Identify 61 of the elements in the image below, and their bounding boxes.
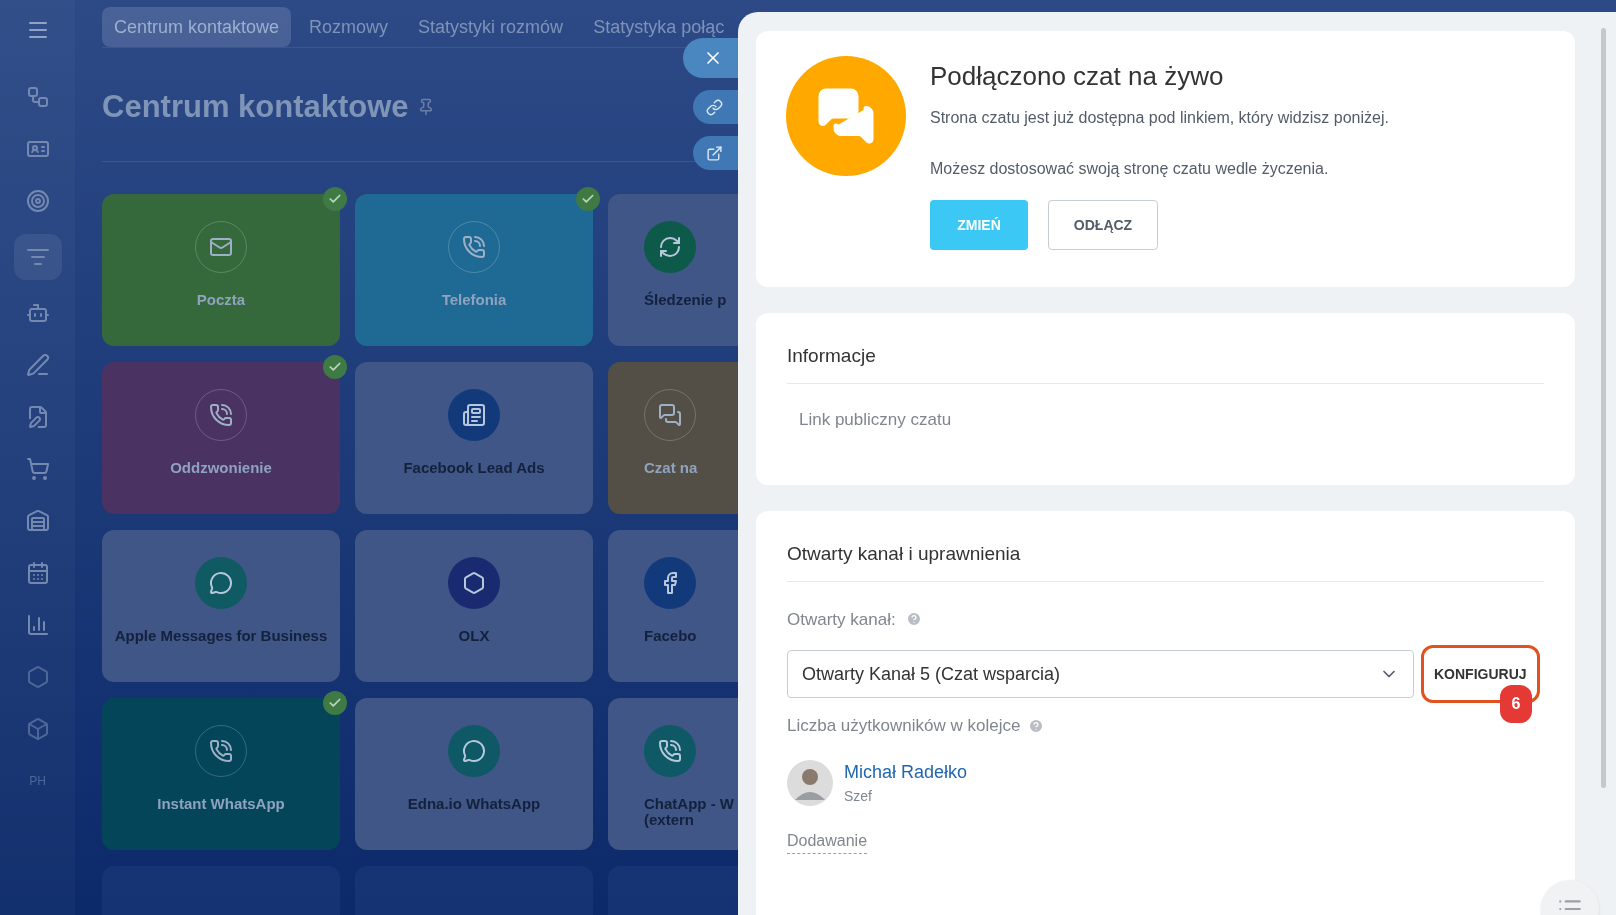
field-label: Link publiczny czatu [798, 408, 953, 431]
link-icon [706, 98, 723, 116]
channel-tile[interactable]: Poczta [102, 193, 340, 346]
tile-label: Poczta [196, 291, 246, 308]
copy-link-button[interactable] [693, 90, 738, 124]
close-button[interactable] [683, 38, 738, 78]
success-title: Podłączono czat na żywo [930, 60, 1225, 93]
disconnect-button[interactable]: ODŁĄCZ [1048, 200, 1158, 250]
tile-label: Apple Messages for Business [114, 627, 328, 644]
lead-form-icon [448, 388, 500, 441]
tile-label: Instant WhatsApp [157, 795, 285, 812]
channel-tile[interactable]: Instant WhatsApp [102, 697, 340, 850]
change-button[interactable]: ZMIEŃ [930, 200, 1028, 250]
channel-tile[interactable]: Telefonia [355, 193, 593, 346]
tile-label: Śledzenie p [644, 291, 727, 308]
speech-bubble-icon [195, 556, 247, 609]
tile-label: OLX [458, 627, 490, 644]
tile-label: Edna.io WhatsApp [407, 795, 541, 812]
user-link[interactable]: Michał Radełko [844, 758, 968, 786]
channel-tile[interactable]: ChatApp - W (extern [608, 697, 738, 850]
section-title: Informacje [787, 342, 1544, 384]
check-badge-icon [576, 186, 600, 211]
tile-label: Oddzwonienie [170, 459, 272, 476]
channel-select[interactable]: Otwarty Kanał 5 (Czat wsparcia) [787, 650, 1414, 698]
nav-tab[interactable]: Centrum kontaktowe [102, 7, 292, 47]
channel-tile[interactable]: OLX [355, 529, 593, 682]
tile-label: ChatApp - W (extern [644, 795, 734, 828]
nav-tab[interactable]: Rozmowy [297, 7, 401, 47]
external-link-icon [706, 144, 723, 162]
channel-tile[interactable]: Facebook Lead Ads [355, 361, 593, 514]
page-title: Centrum kontaktowe [102, 88, 409, 126]
check-badge-icon [323, 354, 347, 379]
description-text: Możesz dostosować swoją stronę czatu wedle życzenia. [930, 159, 1330, 179]
tile-label: Facebo [644, 627, 697, 644]
field-label: Otwarty kanał: [787, 608, 896, 631]
check-badge-icon [323, 186, 347, 211]
filter-icon[interactable] [13, 234, 62, 280]
channel-tile[interactable]: Śledzenie p [608, 193, 738, 346]
help-icon[interactable] [1028, 717, 1045, 734]
description-text: Strona czatu jest już dostępna pod linkiem, który widzisz poniżej. [930, 108, 1389, 128]
field-label: Liczba użytkowników w kolejce [787, 715, 1021, 737]
channel-tile[interactable]: Apple Messages for Business [102, 529, 340, 682]
channel-tile[interactable]: Facebo [608, 529, 738, 682]
nav-tab[interactable]: Statystyka połąc [581, 7, 737, 47]
tile-label: Czat na [644, 459, 698, 476]
avatar [787, 759, 833, 806]
check-badge-icon [323, 690, 347, 715]
add-link[interactable]: Dodawanie [787, 828, 868, 854]
tile-label: Telefonia [441, 291, 507, 308]
tile-label: Facebook Lead Ads [403, 459, 545, 476]
channel-tile[interactable]: Czat na [608, 361, 738, 514]
help-icon[interactable] [905, 611, 922, 628]
facebook-icon [644, 556, 696, 609]
user-role: Szef [844, 786, 873, 806]
section-title: Otwarty kanał i uprawnienia [787, 540, 1544, 582]
step-badge: 6 [1500, 685, 1532, 723]
nav-tab[interactable]: Statystyki rozmów [406, 7, 576, 47]
channel-tile[interactable]: Oddzwonienie [102, 361, 340, 514]
scrollbar[interactable] [1601, 28, 1606, 788]
channel-tile[interactable]: Edna.io WhatsApp [355, 697, 593, 850]
open-new-window-button[interactable] [693, 136, 738, 170]
